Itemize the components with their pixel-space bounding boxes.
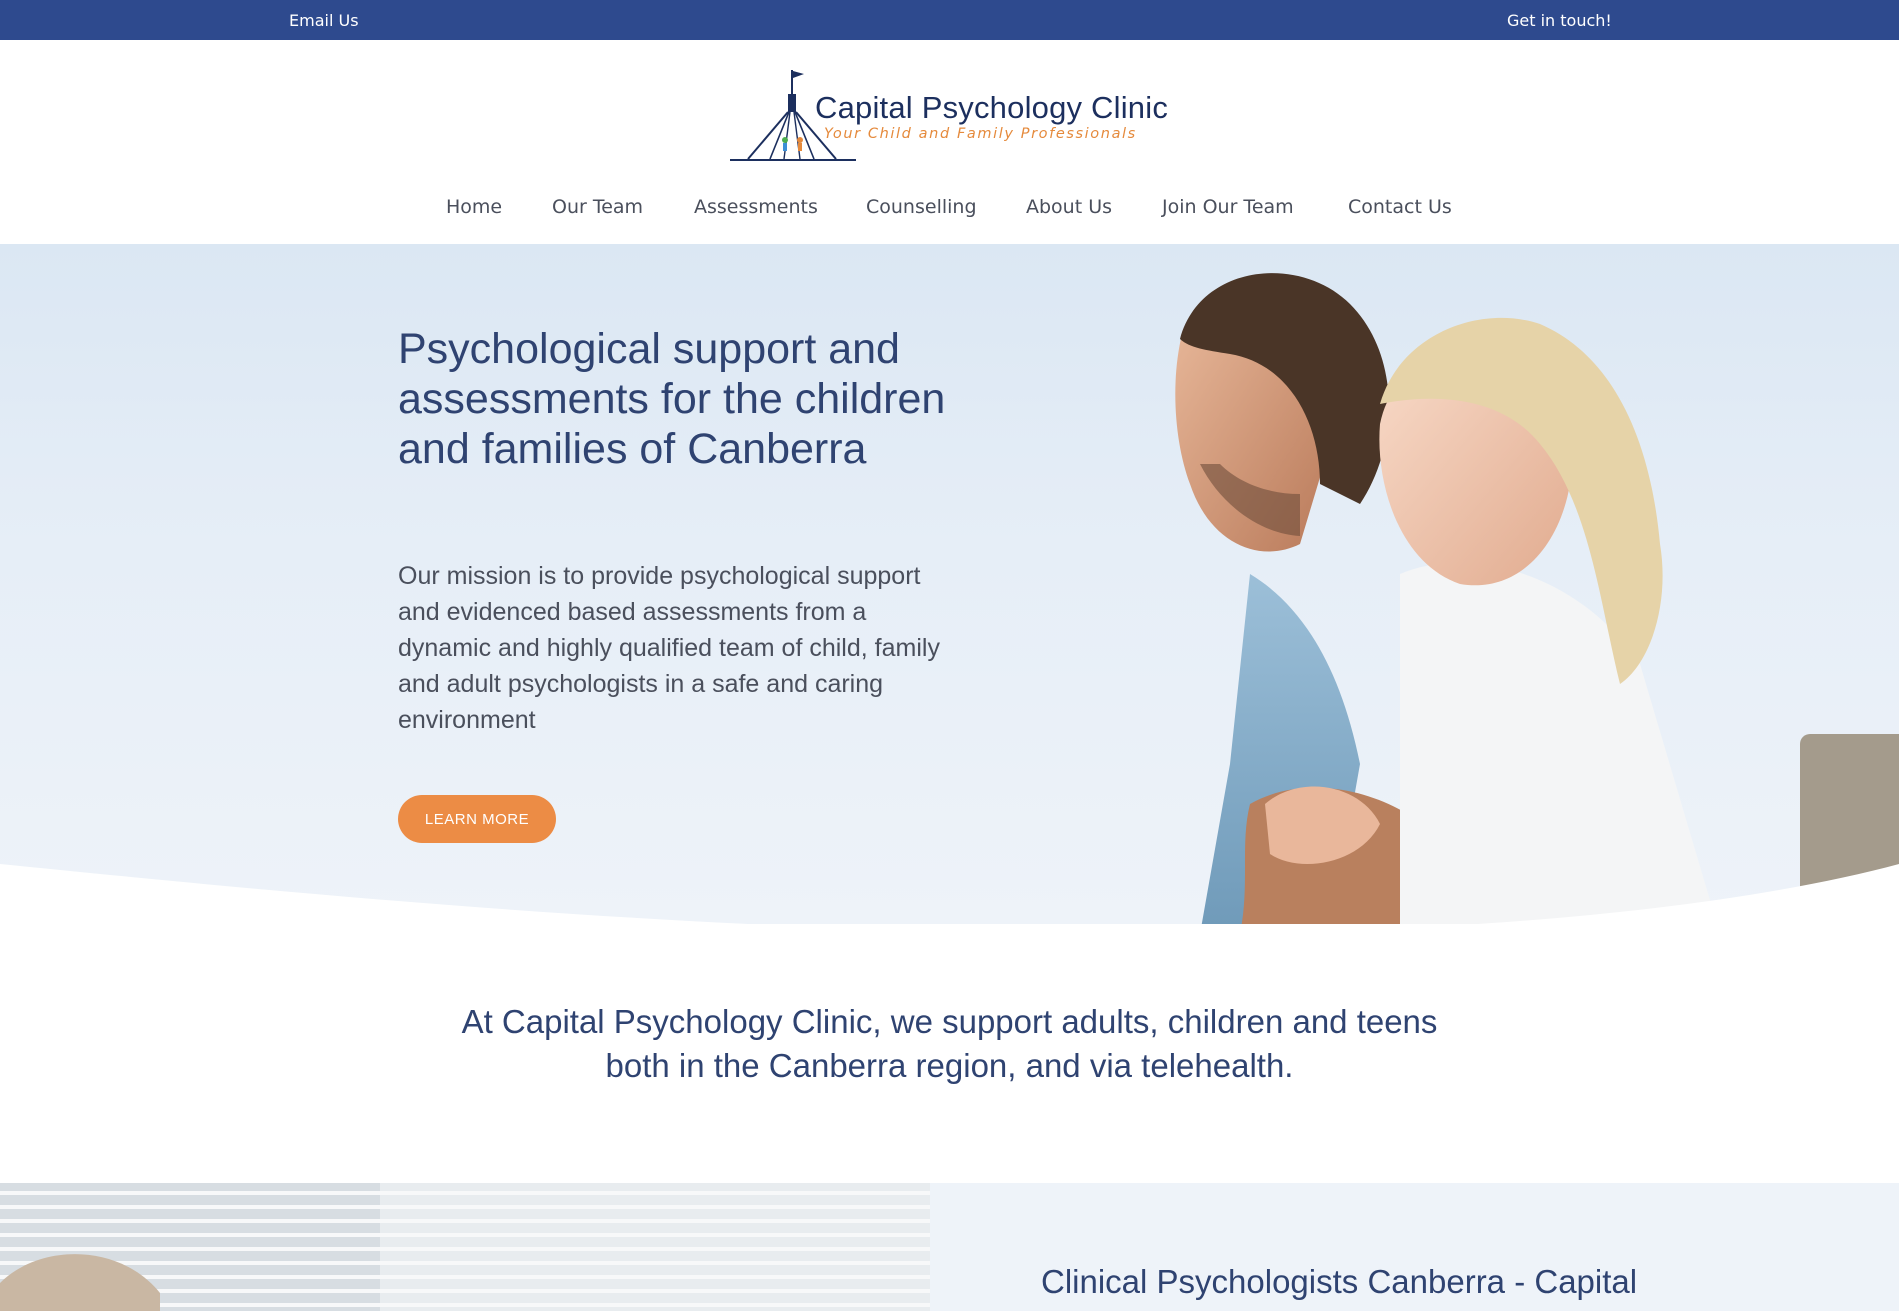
statement-line-2: both in the Canberra region, and via tel… [605,1047,1294,1084]
nav-item-home[interactable]: Home [446,196,502,218]
email-us-link[interactable]: Email Us [289,11,359,30]
hero-section: Psychological support and assessments fo… [0,244,1899,924]
main-nav: Home Our Team Assessments Counselling Ab… [0,196,1899,226]
nav-item-assessments[interactable]: Assessments [694,196,818,218]
site-header: Capital Psychology Clinic Your Child and… [0,40,1899,244]
nav-item-counselling[interactable]: Counselling [866,196,977,218]
hero-body: Our mission is to provide psychological … [398,562,940,734]
get-in-touch-link[interactable]: Get in touch! [1507,11,1612,30]
nav-item-our-team[interactable]: Our Team [552,196,643,218]
top-bar: Email Us Get in touch! [0,0,1899,40]
intro-section: Clinical Psychologists Canberra - Capita… [0,1183,1899,1311]
hero-heading: Psychological support and assessments fo… [398,325,946,473]
logo-tagline: Your Child and Family Professionals [824,126,1137,142]
nav-item-about-us[interactable]: About Us [1026,196,1112,218]
learn-more-button[interactable]: LEARN MORE [398,795,556,843]
statement-line-1: At Capital Psychology Clinic, we support… [461,1003,1438,1040]
nav-item-join-our-team[interactable]: Join Our Team [1162,196,1294,218]
logo-name: Capital Psychology Clinic [815,90,1169,125]
office-photo [0,1183,930,1311]
site-logo[interactable]: Capital Psychology Clinic Your Child and… [728,68,1174,164]
nav-item-contact-us[interactable]: Contact Us [1348,196,1452,218]
section-heading: Clinical Psychologists Canberra - Capita… [1041,1263,1638,1300]
statement-text: At Capital Psychology Clinic, we support… [0,1000,1899,1088]
